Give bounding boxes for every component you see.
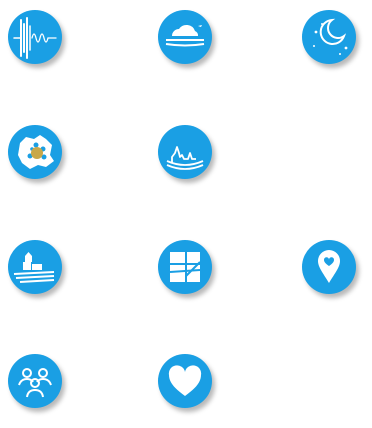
region-map-flower-icon[interactable] xyxy=(8,125,62,179)
icon-grid xyxy=(0,0,372,428)
seismic-signal-icon[interactable] xyxy=(8,10,62,64)
seismic-signal-glyph xyxy=(13,17,57,59)
location-pin-heart-glyph xyxy=(318,250,340,283)
heart-glyph xyxy=(168,365,202,396)
window-grid-glyph xyxy=(169,252,201,282)
agriculture-buildings-icon[interactable] xyxy=(8,240,62,294)
night-moon-stars-icon[interactable] xyxy=(302,10,356,64)
location-pin-heart-icon[interactable] xyxy=(302,240,356,294)
cloud-weather-icon[interactable] xyxy=(158,10,212,64)
landscape-skyline-glyph xyxy=(166,146,204,170)
community-people-icon[interactable] xyxy=(8,354,62,408)
region-map-flower-glyph xyxy=(18,135,54,169)
landscape-skyline-icon[interactable] xyxy=(158,125,212,179)
agriculture-buildings-glyph xyxy=(13,252,55,283)
heart-icon[interactable] xyxy=(158,354,212,408)
cloud-weather-glyph xyxy=(165,24,205,47)
night-moon-stars-glyph xyxy=(313,18,348,55)
community-people-glyph xyxy=(18,368,52,398)
window-grid-icon[interactable] xyxy=(158,240,212,294)
